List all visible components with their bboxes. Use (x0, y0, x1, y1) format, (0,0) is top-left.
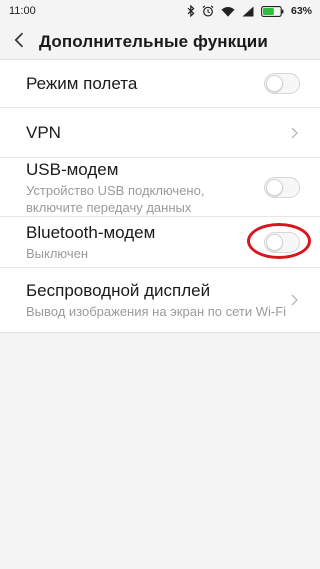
signal-icon (242, 6, 254, 17)
chevron-left-icon (14, 32, 24, 53)
battery-percent: 63% (290, 5, 312, 17)
setting-title: Bluetooth-модем (26, 223, 156, 242)
screen: 11:00 63% Дополнительные функции Режим п… (0, 0, 320, 569)
setting-subtitle: Выключен (26, 246, 89, 261)
header: Дополнительные функции (0, 22, 320, 62)
setting-subtitle: Вывод изображения на экран по сети Wi-Fi (26, 304, 287, 319)
page-title: Дополнительные функции (39, 32, 268, 51)
battery-icon (261, 5, 284, 17)
setting-bluetooth-modem[interactable]: Bluetooth-модем Выключен (0, 217, 320, 268)
setting-wireless-display[interactable]: Беспроводной дисплей Вывод изображения н… (0, 268, 320, 332)
bluetooth-icon (187, 5, 195, 17)
status-icons: 63% (187, 5, 312, 17)
chevron-right-icon (288, 294, 300, 306)
usb-modem-toggle[interactable] (264, 176, 300, 198)
status-time: 11:00 (9, 5, 36, 17)
back-button[interactable] (2, 22, 36, 62)
status-bar: 11:00 63% (0, 0, 320, 22)
setting-subtitle: Устройство USB подключено, включите пере… (26, 182, 205, 215)
settings-list: Режим полета VPN USB-модем Устройство US… (0, 59, 320, 333)
chevron-right-icon (288, 127, 300, 139)
setting-usb-modem[interactable]: USB-модем Устройство USB подключено, вкл… (0, 158, 320, 217)
setting-title: USB-модем (26, 159, 119, 179)
wifi-icon (221, 6, 235, 17)
setting-vpn[interactable]: VPN (0, 108, 320, 158)
alarm-icon (202, 5, 214, 17)
airplane-mode-toggle[interactable] (264, 73, 300, 94)
setting-title: Беспроводной дисплей (26, 281, 211, 300)
setting-airplane-mode[interactable]: Режим полета (0, 60, 320, 108)
bluetooth-modem-toggle[interactable] (264, 231, 300, 253)
setting-title: Режим полета (26, 74, 138, 93)
setting-title: VPN (26, 123, 61, 142)
